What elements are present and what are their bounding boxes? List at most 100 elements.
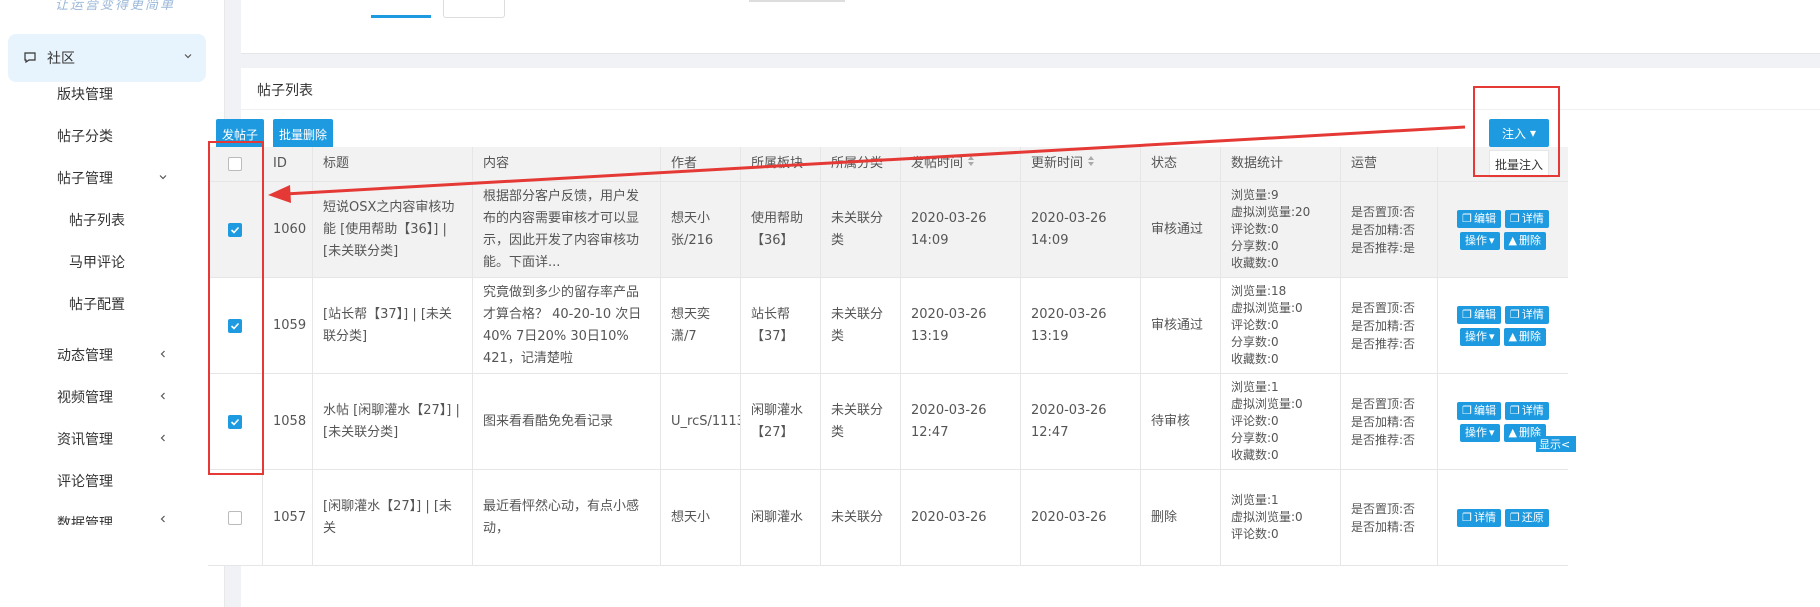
cell-author: 想天小 — [661, 470, 741, 565]
restore-label: 还原 — [1521, 510, 1544, 524]
op-top: 是否置顶:否 — [1351, 501, 1416, 516]
sidebar-item-vest-comment[interactable]: 马甲评论 — [69, 252, 125, 272]
row-select[interactable] — [208, 470, 263, 565]
chevron-left-icon — [157, 348, 169, 364]
sidebar-item-dynamic[interactable]: 动态管理 — [57, 345, 113, 365]
reset-button-stub[interactable] — [443, 0, 505, 18]
header-post-time[interactable]: 发帖时间 — [901, 147, 1021, 181]
cell-id: 1059 — [263, 278, 313, 373]
edit-label: 编辑 — [1474, 211, 1496, 225]
sidebar-item-data[interactable]: 数据管理 — [57, 513, 113, 525]
sidebar-item-board[interactable]: 版块管理 — [57, 84, 113, 104]
detail-button[interactable]: ❐ 详情 — [1505, 401, 1549, 420]
table-row[interactable]: 1057 [闲聊灌水【27】] | [未关 最近看怦然心动，有点小感动， 想天小… — [208, 470, 1568, 566]
detail-label: 详情 — [1521, 307, 1544, 321]
cell-ops: 是否置顶:否 是否加精:否 是否推荐:是 — [1341, 182, 1438, 277]
stat-comments: 评论数:0 — [1231, 414, 1279, 428]
checkbox[interactable] — [228, 510, 242, 525]
sort-icon[interactable] — [1087, 153, 1095, 175]
sidebar-item-post-category[interactable]: 帖子分类 — [57, 126, 113, 146]
detail-label: 详情 — [1521, 403, 1544, 417]
operation-dropdown[interactable]: 操作 ▾ — [1460, 327, 1500, 346]
sidebar-item-post-config[interactable]: 帖子配置 — [69, 294, 125, 314]
stat-comments: 评论数:0 — [1231, 527, 1279, 541]
header-update-time[interactable]: 更新时间 — [1021, 147, 1141, 181]
stat-views: 浏览量:1 — [1231, 493, 1279, 507]
cell-category: 未关联分 — [821, 470, 901, 565]
table-row[interactable]: 1058 水帖 [闲聊灌水【27】] | [未关联分类] 图来看看酷免免看记录 … — [208, 374, 1568, 470]
sidebar-item-post-list[interactable]: 帖子列表 — [69, 210, 125, 230]
operation-dropdown[interactable]: 操作 ▾ — [1460, 423, 1500, 442]
op-featured: 是否加精:否 — [1351, 318, 1416, 333]
edit-button[interactable]: ❐ 编辑 — [1457, 305, 1501, 324]
edit-button[interactable]: ❐ 编辑 — [1457, 209, 1501, 228]
cell-update-time: 2020-03-26 12:47 — [1021, 374, 1141, 469]
stat-shares: 分享数:0 — [1231, 335, 1279, 349]
header-ops: 运营 — [1341, 147, 1438, 181]
cell-content: 图来看看酷免免看记录 — [473, 374, 661, 469]
detail-button[interactable]: ❐ 详情 — [1505, 209, 1549, 228]
sidebar-item-comment[interactable]: 评论管理 — [57, 471, 113, 491]
cell-board: 站长帮【37】 — [741, 278, 821, 373]
op-top: 是否置顶:否 — [1351, 396, 1416, 411]
edit-button[interactable]: ❐ 编辑 — [1457, 401, 1501, 420]
op-top: 是否置顶:否 — [1351, 300, 1416, 315]
cell-status: 审核通过 — [1141, 182, 1221, 277]
detail-button[interactable]: ❐ 详情 — [1457, 508, 1501, 527]
stat-views: 浏览量:18 — [1231, 284, 1287, 298]
cell-update-time: 2020-03-26 14:09 — [1021, 182, 1141, 277]
sidebar-group-label: 社区 — [47, 51, 75, 67]
highlight-box-inject — [1473, 86, 1560, 177]
cell-title: [站长帮【37】] | [未关联分类] — [313, 278, 473, 373]
stat-favorites: 收藏数:0 — [1231, 256, 1279, 270]
cell-title: 短说OSX之内容审核功能 [使用帮助【36】] | [未关联分类] — [313, 182, 473, 277]
operation-label: 操作 — [1465, 425, 1487, 439]
stat-favorites: 收藏数:0 — [1231, 352, 1279, 366]
stat-shares: 分享数:0 — [1231, 239, 1279, 253]
cell-stats: 浏览量:18 虚拟浏览量:0 评论数:0 分享数:0 收藏数:0 — [1221, 278, 1341, 373]
restore-button[interactable]: ❐ 还原 — [1505, 508, 1549, 527]
chevron-down-icon — [157, 171, 169, 187]
op-recommended: 是否推荐:否 — [1351, 432, 1416, 447]
delete-button[interactable]: ▲ 删除 — [1503, 327, 1546, 346]
delete-label: 删除 — [1519, 329, 1541, 343]
search-button-stub[interactable] — [371, 0, 431, 18]
op-top: 是否置顶:否 — [1351, 204, 1416, 219]
operation-label: 操作 — [1465, 329, 1487, 343]
copy-icon: ❐ — [1462, 307, 1472, 321]
edit-label: 编辑 — [1474, 403, 1496, 417]
sidebar-group-community[interactable]: 社区 — [8, 34, 206, 82]
cell-actions: ❐ 编辑 ❐ 详情 操作 ▾ ▲ 删除 — [1438, 374, 1568, 469]
copy-icon: ❐ — [1462, 403, 1472, 417]
stat-virtual-views: 虚拟浏览量:0 — [1231, 301, 1303, 315]
cell-stats: 浏览量:9 虚拟浏览量:20 评论数:0 分享数:0 收藏数:0 — [1221, 182, 1341, 277]
batch-delete-button[interactable]: 批量删除 — [273, 119, 333, 149]
cell-author: U_rcS/1113 — [661, 374, 741, 469]
cell-post-time: 2020-03-26 13:19 — [901, 278, 1021, 373]
operation-dropdown[interactable]: 操作 ▾ — [1460, 231, 1500, 250]
table-row[interactable]: 1060 短说OSX之内容审核功能 [使用帮助【36】] | [未关联分类] 根… — [208, 182, 1568, 278]
caret-down-icon: ▾ — [1489, 425, 1495, 439]
stat-views: 浏览量:9 — [1231, 188, 1279, 202]
cell-category: 未关联分类 — [821, 374, 901, 469]
cell-actions: ❐ 编辑 ❐ 详情 操作 ▾ ▲ 删除 — [1438, 182, 1568, 277]
delete-button[interactable]: ▲ 删除 — [1503, 231, 1546, 250]
table-row[interactable]: 1059 [站长帮【37】] | [未关联分类] 究竟做到多少的留存率产品才算合… — [208, 278, 1568, 374]
detail-button[interactable]: ❐ 详情 — [1505, 305, 1549, 324]
sidebar-item-news[interactable]: 资讯管理 — [57, 429, 113, 449]
sidebar-item-post-manage[interactable]: 帖子管理 — [57, 168, 113, 188]
delete-label: 删除 — [1519, 233, 1541, 247]
highlight-box-checkboxes — [208, 141, 264, 475]
stat-comments: 评论数:0 — [1231, 318, 1279, 332]
show-tab[interactable]: 显示< — [1536, 436, 1576, 452]
op-recommended: 是否推荐:是 — [1351, 240, 1416, 255]
sort-icon[interactable] — [967, 153, 975, 175]
cell-update-time: 2020-03-26 — [1021, 470, 1141, 565]
cell-category: 未关联分类 — [821, 182, 901, 277]
header-stats: 数据统计 — [1221, 147, 1341, 181]
cell-content: 最近看怦然心动，有点小感动， — [473, 470, 661, 565]
sidebar-item-video[interactable]: 视频管理 — [57, 387, 113, 407]
filter-card — [241, 0, 1820, 54]
cell-status: 审核通过 — [1141, 278, 1221, 373]
copy-icon: ❐ — [1510, 307, 1520, 321]
